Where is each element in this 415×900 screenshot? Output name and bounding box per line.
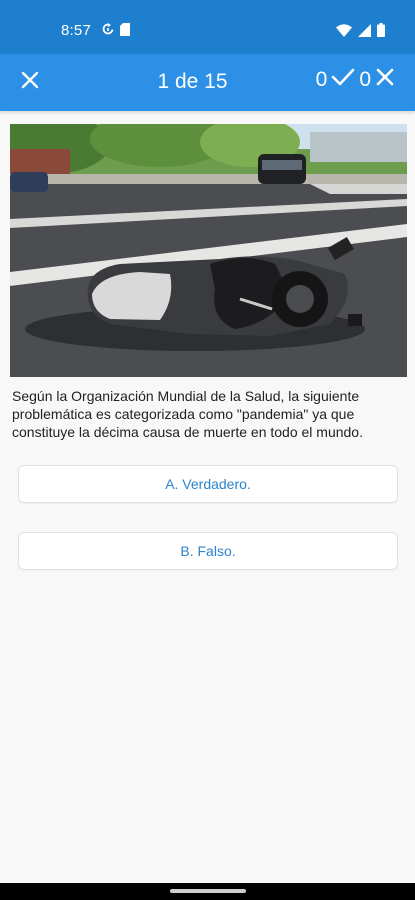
home-gesture-handle[interactable] (170, 889, 246, 893)
answer-option-a[interactable]: A. Verdadero. (18, 465, 398, 503)
status-time: 8:57 (61, 22, 91, 39)
question-text: Según la Organización Mundial de la Salu… (12, 388, 363, 440)
status-right-icons (336, 23, 385, 42)
wrong-count: 0 (359, 68, 371, 91)
status-bar: 8:57 (0, 0, 415, 54)
system-navigation-bar (0, 883, 415, 900)
score-counter: 0 0 (316, 67, 395, 93)
wifi-icon (336, 23, 352, 42)
cross-icon (375, 67, 395, 93)
motorcycle-on-road-image (10, 124, 407, 377)
status-left-icons (102, 23, 130, 41)
answer-option-b[interactable]: B. Falso. (18, 532, 398, 570)
check-icon (331, 67, 355, 93)
battery-icon (377, 23, 385, 42)
sim-card-icon (120, 23, 130, 41)
question-photo (10, 124, 407, 377)
sync-icon (102, 23, 114, 41)
signal-icon (358, 23, 371, 42)
correct-count: 0 (315, 68, 328, 91)
app-bar: 1 de 15 0 0 (0, 54, 415, 111)
